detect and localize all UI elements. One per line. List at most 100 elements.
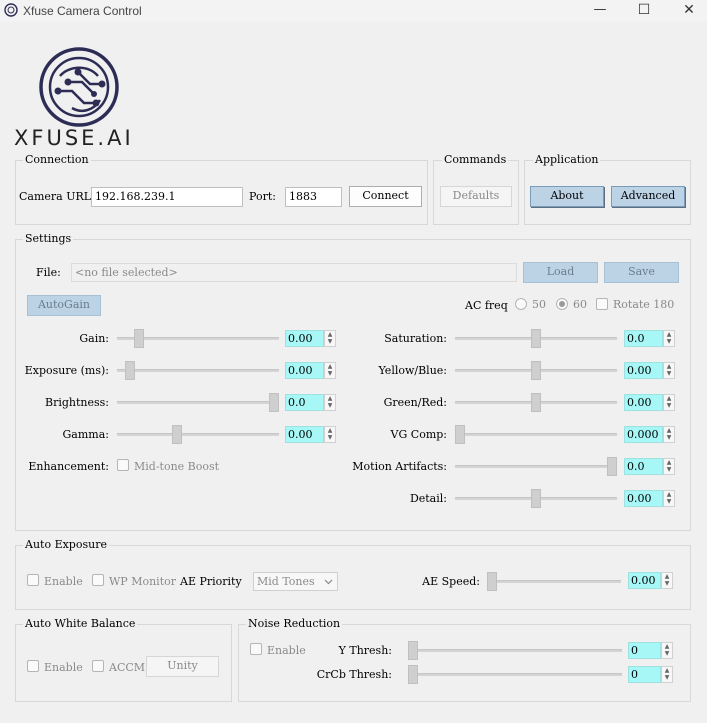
yellow-blue-handle[interactable] [531, 361, 541, 380]
ae-speed-handle[interactable] [487, 572, 497, 591]
ae-priority-select[interactable]: Mid Tones [253, 572, 338, 591]
motion-artifacts-spinbox[interactable]: 0.0 ▲ ▼ [624, 458, 676, 475]
detail-arrows[interactable]: ▲ ▼ [663, 490, 675, 507]
brightness-handle[interactable] [269, 393, 279, 412]
motion-artifacts-value[interactable]: 0.0 [624, 458, 663, 475]
crcb-thresh-slider[interactable] [408, 664, 622, 685]
gain-handle[interactable] [134, 329, 144, 348]
ae-enable-label: Enable [44, 575, 83, 588]
ac-freq-60-radio[interactable] [556, 298, 568, 310]
saturation-value[interactable]: 0.0 [624, 330, 663, 347]
crcb-thresh-handle[interactable] [408, 665, 418, 684]
motion-artifacts-label: Motion Artifacts: [352, 460, 447, 473]
application-title: Application [533, 153, 601, 166]
nr-enable-checkbox[interactable] [250, 643, 262, 655]
midtone-boost-checkbox[interactable] [117, 459, 129, 471]
vg-comp-value[interactable]: 0.000 [624, 426, 663, 443]
defaults-button[interactable]: Defaults [440, 186, 512, 207]
brightness-value[interactable]: 0.0 [285, 394, 324, 411]
y-thresh-slider[interactable] [408, 640, 622, 661]
detail-slider[interactable] [455, 488, 617, 509]
file-label: File: [36, 266, 61, 279]
green-red-handle[interactable] [531, 393, 541, 412]
detail-value[interactable]: 0.00 [624, 490, 663, 507]
green-red-spinbox[interactable]: 0.00 ▲ ▼ [624, 394, 676, 411]
gamma-handle[interactable] [172, 425, 182, 444]
exposure-ms-value[interactable]: 0.00 [285, 362, 324, 379]
saturation-handle[interactable] [531, 329, 541, 348]
y-thresh-handle[interactable] [408, 641, 418, 660]
xfuse-logo-icon [39, 47, 119, 127]
y-thresh-spinbox[interactable]: 0 ▲ ▼ [628, 642, 678, 659]
motion-artifacts-handle[interactable] [607, 457, 617, 476]
vg-comp-arrows[interactable]: ▲ ▼ [663, 426, 675, 443]
green-red-slider[interactable] [455, 392, 617, 413]
advanced-button[interactable]: Advanced [611, 186, 685, 207]
load-button[interactable]: Load [523, 262, 598, 283]
noise-reduction-title: Noise Reduction [246, 617, 343, 630]
vg-comp-handle[interactable] [455, 425, 465, 444]
minimize-button[interactable]: — [577, 0, 623, 22]
detail-label: Detail: [409, 492, 447, 505]
ae-enable-checkbox[interactable] [27, 574, 39, 586]
window-title: Xfuse Camera Control [23, 4, 142, 18]
detail-handle[interactable] [531, 489, 541, 508]
auto-exposure-title: Auto Exposure [23, 538, 109, 551]
ae-priority-label: AE Priority [180, 575, 242, 588]
yellow-blue-arrows[interactable]: ▲ ▼ [663, 362, 675, 379]
vg-comp-slider[interactable] [455, 424, 617, 445]
yellow-blue-slider[interactable] [455, 360, 617, 381]
file-path-field[interactable]: <no file selected> [71, 263, 517, 282]
y-thresh-value[interactable]: 0 [628, 642, 661, 659]
ae-speed-slider[interactable] [487, 571, 621, 592]
vg-comp-spinbox[interactable]: 0.000 ▲ ▼ [624, 426, 676, 443]
gamma-value[interactable]: 0.00 [285, 426, 324, 443]
accm-checkbox[interactable] [92, 660, 104, 672]
y-thresh-arrows[interactable]: ▲ ▼ [661, 642, 673, 659]
ae-speed-arrows[interactable]: ▲ ▼ [661, 572, 673, 589]
ae-speed-spinbox[interactable]: 0.00 ▲ ▼ [628, 572, 678, 589]
rotate-180-checkbox[interactable] [596, 298, 608, 310]
ac-freq-50-radio[interactable] [515, 298, 527, 310]
saturation-label: Saturation: [384, 332, 447, 345]
connect-button[interactable]: Connect [349, 186, 422, 207]
yellow-blue-label: Yellow/Blue: [378, 364, 448, 377]
yellow-blue-spinbox[interactable]: 0.00 ▲ ▼ [624, 362, 676, 379]
ae-speed-value[interactable]: 0.00 [628, 572, 661, 589]
gain-slider[interactable] [117, 328, 279, 349]
brightness-label: Brightness: [45, 396, 109, 409]
motion-artifacts-slider[interactable] [455, 456, 617, 477]
about-button[interactable]: About [530, 186, 604, 207]
port-label: Port: [249, 190, 276, 203]
awb-enable-checkbox[interactable] [27, 660, 39, 672]
save-button[interactable]: Save [604, 262, 679, 283]
accm-label: ACCM [109, 661, 146, 674]
wp-monitor-checkbox[interactable] [92, 574, 104, 586]
gain-value[interactable]: 0.00 [285, 330, 324, 347]
app-icon [4, 3, 18, 17]
autogain-button[interactable]: AutoGain [27, 295, 101, 316]
crcb-thresh-value[interactable]: 0 [628, 666, 661, 683]
crcb-thresh-spinbox[interactable]: 0 ▲ ▼ [628, 666, 678, 683]
commands-title: Commands [442, 153, 509, 166]
exposure-ms-slider[interactable] [117, 360, 279, 381]
settings-title: Settings [23, 232, 74, 245]
gamma-slider[interactable] [117, 424, 279, 445]
detail-spinbox[interactable]: 0.00 ▲ ▼ [624, 490, 676, 507]
maximize-button[interactable]: ☐ [621, 0, 667, 22]
yellow-blue-value[interactable]: 0.00 [624, 362, 663, 379]
motion-artifacts-arrows[interactable]: ▲ ▼ [663, 458, 675, 475]
chevron-down-icon [324, 579, 333, 585]
port-input[interactable]: 1883 [285, 187, 342, 207]
camera-url-input[interactable]: 192.168.239.1 [91, 187, 243, 207]
close-button[interactable]: ✕ [666, 0, 707, 22]
saturation-arrows[interactable]: ▲ ▼ [663, 330, 675, 347]
exposure-ms-handle[interactable] [125, 361, 135, 380]
brightness-slider[interactable] [117, 392, 279, 413]
green-red-value[interactable]: 0.00 [624, 394, 663, 411]
saturation-slider[interactable] [455, 328, 617, 349]
green-red-arrows[interactable]: ▲ ▼ [663, 394, 675, 411]
unity-button[interactable]: Unity [146, 656, 219, 677]
crcb-thresh-arrows[interactable]: ▲ ▼ [661, 666, 673, 683]
saturation-spinbox[interactable]: 0.0 ▲ ▼ [624, 330, 676, 347]
